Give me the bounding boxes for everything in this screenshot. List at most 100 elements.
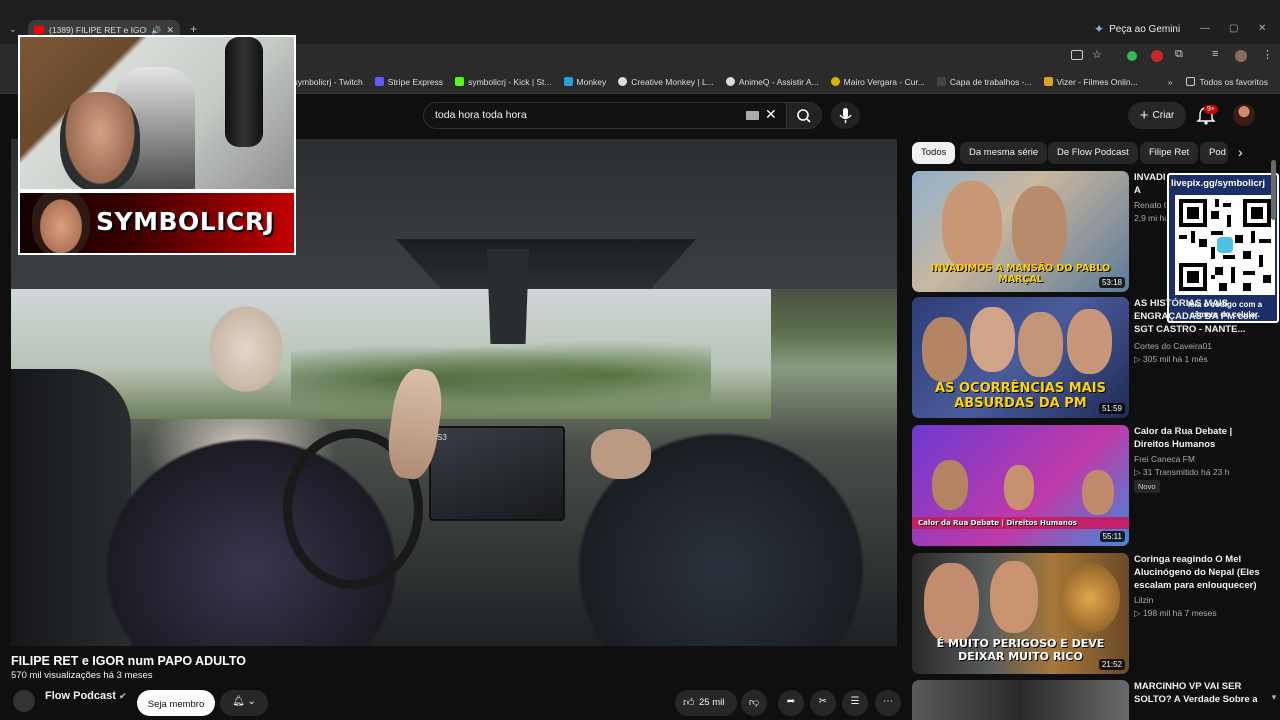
recommendation-title[interactable]: Calor da Rua Debate | Direitos Humanos xyxy=(1134,425,1264,451)
minimize-icon[interactable]: — xyxy=(1200,23,1210,34)
thumbnail-person xyxy=(970,307,1015,372)
subscribed-bell-button[interactable]: 🔔︎ ⌄ xyxy=(220,690,268,716)
speaker-icon[interactable]: 🔊 xyxy=(151,26,161,35)
video-title: FILIPE RET e IGOR num PAPO ADULTO xyxy=(11,654,246,668)
recommendation-thumbnail[interactable]: Calor da Rua Debate | Direitos Humanos 5… xyxy=(912,425,1129,546)
search-input[interactable]: toda hora toda hora ✕ xyxy=(423,102,787,129)
bookmark-label: Creative Monkey | L... xyxy=(631,76,714,87)
bookmark-star-icon[interactable]: ☆ xyxy=(1092,48,1102,61)
clip-button[interactable]: ✂ xyxy=(810,690,836,716)
qr-code-icon xyxy=(1175,195,1275,295)
chip-podcast[interactable]: Pod xyxy=(1200,142,1228,164)
chip-from-channel[interactable]: De Flow Podcast xyxy=(1048,142,1138,164)
verified-icon: ✔ xyxy=(118,691,127,701)
join-button[interactable]: Seja membro xyxy=(137,690,215,716)
notifications-badge: 9+ xyxy=(1204,105,1218,114)
bell-icon: 🔔︎ xyxy=(232,696,245,707)
recommendation-thumbnail[interactable]: INVADIMOS A MANSÃO DO PABLO MARÇAL 53:18 xyxy=(912,171,1129,292)
new-tab-icon[interactable]: + xyxy=(190,22,197,36)
thumbnail-person xyxy=(942,181,1002,271)
chevron-right-icon[interactable]: › xyxy=(1238,144,1243,160)
more-bookmarks-icon[interactable]: » xyxy=(1168,77,1173,87)
recommendation-title[interactable]: INVADIMOS A MANSÃO DO PABLO MARÇAL xyxy=(1134,171,1166,197)
bookmark-item[interactable]: Mairo Vergara - Cur... xyxy=(830,77,925,87)
recommendation-thumbnail[interactable]: AS OCORRÊNCIAS MAIS ABSURDAS DA PM 51:59 xyxy=(912,297,1129,418)
thumbnail-person xyxy=(1004,465,1034,510)
share-button[interactable]: ➦ xyxy=(778,690,804,716)
more-icon: ⋯ xyxy=(883,696,893,707)
channel-name[interactable]: Flow Podcast ✔ xyxy=(45,690,127,702)
reading-list-icon[interactable]: ≡ xyxy=(1212,48,1218,60)
search-button[interactable] xyxy=(786,102,822,129)
bookmark-item[interactable]: Creative Monkey | L... xyxy=(618,77,714,87)
chip-same-series[interactable]: Da mesma série xyxy=(960,142,1048,164)
more-actions-button[interactable]: ⋯ xyxy=(875,690,901,716)
recommendation-meta-text: 31 Transmitido há 23 h xyxy=(1142,467,1230,477)
mairo-icon xyxy=(830,77,840,86)
recommendation-channel[interactable]: Frei Caneca FM xyxy=(1134,454,1195,464)
bookmark-item[interactable]: Stripe Express xyxy=(374,77,443,87)
search-icon xyxy=(797,109,811,123)
scroll-down-icon[interactable]: ▼ xyxy=(1270,693,1278,702)
tab-list-icon[interactable]: ⌄ xyxy=(9,24,17,35)
keyboard-icon[interactable] xyxy=(746,111,759,120)
new-badge: Novo xyxy=(1134,480,1160,493)
voice-search-button[interactable] xyxy=(831,102,860,129)
recommendation-title[interactable]: AS HISTÓRIAS MAIS ENGRAÇADAS DA PM com S… xyxy=(1134,297,1264,336)
recommendation-channel[interactable]: Renato Cariani xyxy=(1134,200,1166,210)
clear-search-icon[interactable]: ✕ xyxy=(765,106,777,123)
extension-green-icon[interactable] xyxy=(1127,51,1137,61)
document-icon xyxy=(936,77,946,86)
recommendation-meta-text: 305 mil há 1 mês xyxy=(1142,354,1208,364)
plus-icon: + xyxy=(1139,106,1149,124)
gemini-label: Peça ao Gemini xyxy=(1109,23,1181,35)
all-bookmarks-folder[interactable]: Todos os favoritos xyxy=(1186,77,1268,87)
stripe-icon xyxy=(374,77,384,86)
close-tab-icon[interactable]: ✕ xyxy=(166,25,174,36)
play-icon: ▷ xyxy=(1134,354,1143,364)
favorites-label: Todos os favoritos xyxy=(1199,76,1268,87)
browser-menu-icon[interactable]: ⋮ xyxy=(1262,48,1273,61)
gemini-button[interactable]: ✦ Peça ao Gemini xyxy=(1094,22,1180,36)
bookmark-item[interactable]: Capa de trabalhos -... xyxy=(936,77,1032,87)
profile-icon[interactable] xyxy=(1235,50,1247,62)
like-button[interactable]: 👍︎ 25 mil xyxy=(675,690,737,716)
close-window-icon[interactable]: ✕ xyxy=(1258,23,1266,34)
bookmark-item[interactable]: symbolicrj - Kick | St... xyxy=(455,76,552,87)
chevron-down-icon: ⌄ xyxy=(247,696,256,707)
avatar[interactable] xyxy=(1233,104,1255,126)
bookmark-label: symbolicrj - Kick | St... xyxy=(468,76,552,87)
thumbnail-person xyxy=(1067,309,1112,374)
bookmark-label: AnimeQ - Assistir A... xyxy=(738,76,819,87)
channel-avatar[interactable] xyxy=(13,690,35,712)
create-label: Criar xyxy=(1152,110,1175,121)
recommendation-thumbnail[interactable] xyxy=(912,680,1129,720)
video-duration: 55:11 xyxy=(1099,531,1125,542)
recommendation-title[interactable]: Coringa reagindo O Mel Alucinógeno do Ne… xyxy=(1134,553,1264,592)
recommendation-thumbnail[interactable]: É MUITO PERIGOSO E DEVE DEIXAR MUITO RIC… xyxy=(912,553,1129,674)
sidebar-scrollbar[interactable] xyxy=(1271,160,1276,220)
thumbnail-text: AS OCORRÊNCIAS MAIS ABSURDAS DA PM xyxy=(935,381,1106,411)
bookmark-item[interactable]: AnimeQ - Assistir A... xyxy=(725,76,819,87)
thumbs-down-icon: 👎︎ xyxy=(748,697,760,708)
bookmark-label: Vizer - Filmes Onlin... xyxy=(1056,76,1138,87)
maximize-icon[interactable]: ▢ xyxy=(1229,23,1238,34)
person-passenger xyxy=(481,269,897,646)
chip-filipe-ret[interactable]: Filipe Ret xyxy=(1140,142,1199,164)
studio-microphone xyxy=(225,37,263,147)
dislike-button[interactable]: 👎︎ xyxy=(741,690,767,716)
extension-red-icon[interactable] xyxy=(1151,50,1163,62)
bookmark-item[interactable]: Vizer - Filmes Onlin... xyxy=(1043,76,1138,87)
banner-text: SYMBOLICRJ xyxy=(96,207,275,236)
save-button[interactable]: ☰ xyxy=(842,690,868,716)
install-app-icon[interactable] xyxy=(1071,50,1083,60)
globe-icon xyxy=(725,77,735,86)
extensions-puzzle-icon[interactable]: ⧉ xyxy=(1175,48,1183,61)
recommendation-channel[interactable]: Lilzin xyxy=(1134,595,1153,605)
qr-top-text: livepix.gg/symbolicrj xyxy=(1171,178,1265,189)
chip-all[interactable]: Todos xyxy=(912,142,956,164)
bookmark-item[interactable]: Monkey xyxy=(563,77,606,87)
create-button[interactable]: + Criar xyxy=(1128,102,1186,129)
recommendation-title[interactable]: MARCINHO VP VAI SER SOLTO? A Verdade Sob… xyxy=(1134,680,1264,706)
recommendation-channel[interactable]: Cortes do Caveira01 xyxy=(1134,341,1212,351)
